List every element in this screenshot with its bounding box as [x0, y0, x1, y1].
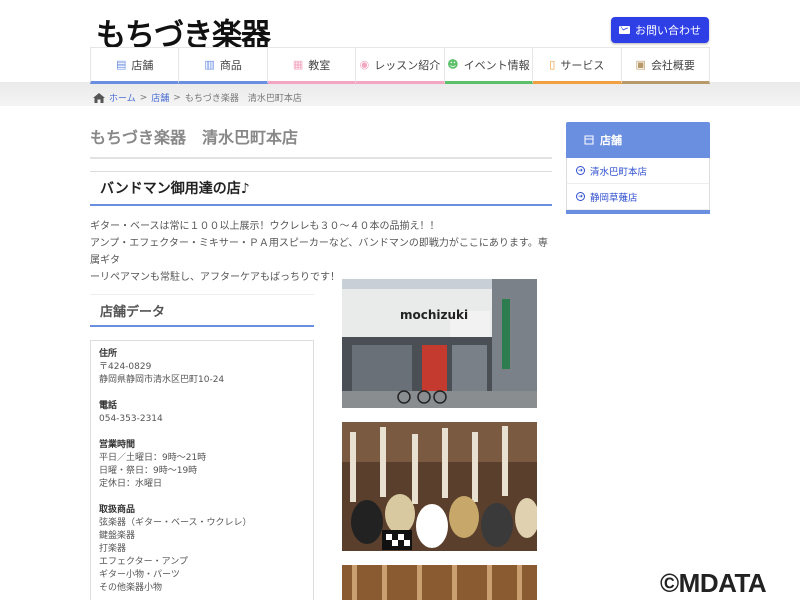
hours-holiday: 日曜・祭日：9時～19時: [99, 466, 198, 476]
hours-label: 営業時間: [99, 440, 136, 450]
nav-item-5[interactable]: ▯ サービス: [533, 48, 622, 84]
nav-item-0[interactable]: ▤ 店舗: [90, 48, 180, 84]
divider: [90, 157, 552, 159]
nav-item-6[interactable]: ▣ 会社概要: [621, 48, 710, 84]
nav-item-2[interactable]: ▦ 教室: [267, 48, 357, 84]
hours-weekday: 平日／土曜日：9時～21時: [99, 453, 207, 463]
nav-item-label: サービス: [560, 58, 605, 72]
phone-number[interactable]: 054-353-2314: [99, 413, 305, 426]
intro-line: ギター・ベースは常に１００以上展示！ウクレレも３０～４０本の品揃え！！: [90, 221, 440, 232]
address-label: 住所: [99, 349, 118, 359]
breadcrumb-stores[interactable]: 店舗: [151, 91, 169, 104]
nav-item-label: レッスン紹介: [374, 58, 441, 72]
product-item: 鍵盤楽器: [99, 531, 136, 541]
intro-line: アンプ・エフェクター・ミキサー・ＰＡ用スピーカーなど、バンドマンの即戦力がここに…: [90, 238, 548, 266]
chat-icon: ◉: [359, 58, 370, 71]
main-nav: ▤ 店舗 ▥ 商品 ▦ 教室 ◉ レッスン紹介 ☻ イベント情報 ▯ サービス ▣ 会社概要: [90, 47, 710, 84]
page-title: もちづき楽器 清水巴町本店: [90, 128, 299, 147]
sidebar-item-shimizu[interactable]: ➜ 清水巴町本店: [566, 158, 710, 184]
document-icon: ▯: [549, 58, 556, 71]
product-item: 打楽器: [99, 544, 127, 554]
product-item: その他楽器小物: [99, 583, 163, 593]
nav-item-label: イベント情報: [463, 58, 530, 72]
breadcrumb: ホーム > 店舗 > もちづき楽器 清水巴町本店: [93, 91, 302, 104]
store-data-card: 住所 〒424-0829 静岡県静岡市清水区巴町10-24 電話 054-353…: [90, 340, 314, 600]
sidebar-item-label: 静岡草薙店: [590, 192, 638, 204]
store-data-heading: 店舗データ: [90, 294, 314, 327]
product-item: 弦楽器（ギター・ベース・ウクレレ）: [99, 518, 252, 528]
acoustic-guitars-photo: [342, 565, 537, 600]
watermark: ©MDATA: [660, 568, 767, 598]
breadcrumb-current: もちづき楽器 清水巴町本店: [184, 94, 302, 104]
closed-day: 定休日：水曜日: [99, 479, 163, 489]
store-icon: ▤: [116, 58, 127, 71]
sidebar-item-kusanagi[interactable]: ➜ 静岡草薙店: [566, 184, 710, 210]
nav-item-4[interactable]: ☻ イベント情報: [444, 48, 534, 84]
section-heading: バンドマン御用達の店♪: [90, 171, 552, 206]
calendar-icon: ▦: [292, 58, 304, 71]
home-icon: [93, 92, 105, 103]
nav-item-label: 会社概要: [650, 58, 695, 72]
intro-text: ギター・ベースは常に１００以上展示！ウクレレも３０～４０本の品揃え！！ アンプ・…: [90, 218, 552, 286]
arrow-circle-icon: ➜: [576, 192, 585, 201]
group-icon: ☻: [447, 58, 459, 71]
building-icon: ▣: [635, 58, 646, 71]
sidebar-heading: 店舗: [566, 122, 710, 158]
nav-item-3[interactable]: ◉ レッスン紹介: [356, 48, 445, 84]
sidebar-store-menu: 店舗 ➜ 清水巴町本店 ➜ 静岡草薙店: [566, 122, 710, 214]
store-icon: [584, 135, 594, 145]
storefront-photo: mochizuki: [342, 279, 537, 408]
sidebar-footer: [566, 210, 710, 214]
sidebar-item-label: 清水巴町本店: [590, 166, 648, 178]
contact-button-label: お問い合わせ: [635, 24, 701, 37]
postal-code: 〒424-0829: [99, 362, 152, 372]
phone-label: 電話: [99, 401, 118, 411]
guitar-wall-photo: [342, 422, 537, 551]
product-item: エフェクター・アンプ: [99, 557, 189, 567]
nav-item-1[interactable]: ▥ 商品: [179, 48, 268, 84]
contact-button[interactable]: お問い合わせ: [611, 17, 709, 43]
sidebar-heading-label: 店舗: [600, 134, 622, 147]
nav-item-label: 教室: [308, 58, 331, 72]
arrow-circle-icon: ➜: [576, 166, 585, 175]
nav-item-label: 商品: [219, 58, 242, 72]
products-label: 取扱商品: [99, 505, 136, 515]
breadcrumb-home[interactable]: ホーム: [109, 91, 136, 104]
barcode-icon: ▥: [204, 58, 215, 71]
breadcrumb-separator: >: [139, 92, 148, 103]
breadcrumb-separator: >: [173, 92, 181, 103]
nav-item-label: 店舗: [131, 58, 154, 72]
address: 静岡県静岡市清水区巴町10-24: [99, 375, 225, 385]
product-item: ギター小物・パーツ: [99, 570, 180, 580]
storefront-sign: mochizuki: [400, 308, 468, 322]
envelope-icon: [619, 26, 630, 34]
